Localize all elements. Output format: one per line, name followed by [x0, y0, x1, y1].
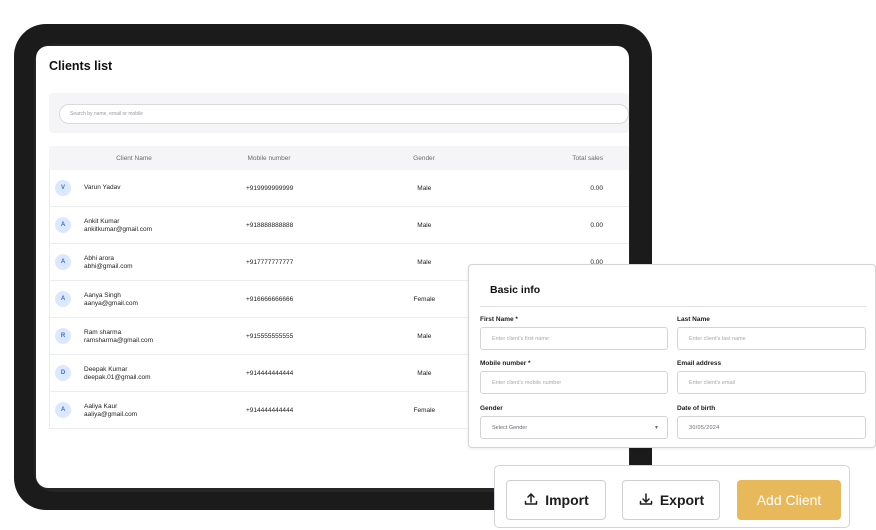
client-name: Aaliya Kaur	[84, 402, 118, 410]
client-mobile: +918888888888	[246, 221, 294, 229]
client-email: ramsharma@gmail.com	[84, 336, 154, 344]
last-name-label: Last Name	[677, 316, 710, 323]
client-cell: A Aaliya Kaur aaliya@gmail.com	[50, 402, 200, 418]
client-info: Deepak Kumar deepak.01@gmail.com	[84, 366, 151, 381]
client-info: Ram sharma ramsharma@gmail.com	[84, 329, 153, 344]
client-email: deepak.01@gmail.com	[84, 373, 151, 381]
download-icon	[638, 491, 654, 510]
client-sales: 0.00	[590, 184, 603, 192]
gender-select-value: Select Gender	[492, 424, 528, 431]
dob-label: Date of birth	[677, 405, 716, 412]
client-info: Aanya Singh aanya@gmail.com	[84, 292, 138, 307]
col-mobile-number[interactable]: Mobile number	[199, 155, 339, 162]
gender-label: Gender	[480, 405, 503, 412]
dob-value: 30/05/2024	[689, 424, 720, 431]
col-client-name[interactable]: Client Name	[49, 155, 199, 162]
client-name: Aanya Singh	[84, 291, 121, 299]
client-name: Varun Yadav	[84, 184, 121, 191]
first-name-field[interactable]	[480, 327, 668, 350]
dob-field[interactable]: 30/05/2024	[677, 416, 866, 439]
client-gender: Male	[417, 184, 432, 192]
client-mobile: +917777777777	[246, 258, 294, 266]
client-info: Ankit Kumar ankitkumar@gmail.com	[84, 218, 152, 233]
email-label: Email address	[677, 360, 722, 367]
client-name: Ram sharma	[84, 328, 122, 336]
basic-info-card: Basic info First Name * Last Name Mobile…	[468, 264, 876, 448]
first-name-label: First Name *	[480, 316, 518, 323]
client-email: aanya@gmail.com	[84, 299, 138, 307]
last-name-field[interactable]	[677, 327, 866, 350]
import-label: Import	[545, 492, 589, 508]
avatar: A	[55, 217, 71, 233]
client-cell: R Ram sharma ramsharma@gmail.com	[50, 328, 200, 344]
client-name: Deepak Kumar	[84, 365, 128, 373]
chevron-down-icon: ▾	[654, 425, 658, 431]
client-info: Abhi arora abhi@gmail.com	[84, 255, 133, 270]
export-button[interactable]: Export	[622, 480, 720, 520]
client-cell: V Varun Yadav	[50, 180, 200, 196]
avatar: A	[55, 291, 71, 307]
avatar: R	[55, 328, 71, 344]
table-header: Client Name Mobile number Gender Total s…	[49, 146, 629, 170]
client-email: abhi@gmail.com	[84, 262, 133, 270]
divider	[480, 306, 867, 307]
action-bar: Import Export Add Client	[494, 465, 850, 528]
client-gender: Male	[417, 221, 432, 229]
client-name: Abhi arora	[84, 254, 114, 262]
stage: Clients list Client Name Mobile number G…	[0, 0, 876, 530]
col-total-sales[interactable]: Total sales	[509, 155, 629, 162]
client-cell: A Aanya Singh aanya@gmail.com	[50, 291, 200, 307]
page-title: Clients list	[49, 59, 113, 73]
client-cell: A Ankit Kumar ankitkumar@gmail.com	[50, 217, 200, 233]
gender-select[interactable]: Select Gender ▾	[480, 416, 668, 439]
avatar: A	[55, 402, 71, 418]
mobile-label: Mobile number *	[480, 360, 531, 367]
basic-info-title: Basic info	[490, 284, 541, 296]
mobile-field[interactable]	[480, 371, 668, 394]
client-mobile: +919999999999	[246, 184, 294, 192]
avatar: A	[55, 254, 71, 270]
client-email: ankitkumar@gmail.com	[84, 225, 153, 233]
export-label: Export	[659, 492, 705, 508]
client-name: Ankit Kumar	[84, 217, 120, 225]
client-mobile: +914444444444	[246, 406, 294, 414]
client-info: Varun Yadav	[84, 184, 121, 192]
client-cell: D Deepak Kumar deepak.01@gmail.com	[50, 365, 200, 381]
table-row[interactable]: A Ankit Kumar ankitkumar@gmail.com +9188…	[50, 207, 629, 244]
client-cell: A Abhi arora abhi@gmail.com	[50, 254, 200, 270]
avatar: V	[55, 180, 71, 196]
col-gender[interactable]: Gender	[339, 155, 509, 162]
upload-icon	[523, 491, 539, 510]
import-button[interactable]: Import	[506, 480, 606, 520]
client-mobile: +915555555555	[246, 332, 294, 340]
client-info: Aaliya Kaur aaliya@gmail.com	[84, 403, 137, 418]
client-email: aaliya@gmail.com	[84, 410, 138, 418]
search-bar	[49, 93, 629, 133]
client-sales: 0.00	[590, 221, 603, 229]
client-mobile: +916666666666	[246, 295, 294, 303]
add-client-button[interactable]: Add Client	[737, 480, 841, 520]
search-input[interactable]	[59, 104, 629, 124]
email-field[interactable]	[677, 371, 866, 394]
avatar: D	[55, 365, 71, 381]
table-row[interactable]: V Varun Yadav +919999999999 Male 0.00	[50, 170, 629, 207]
client-mobile: +914444444444	[246, 369, 294, 377]
